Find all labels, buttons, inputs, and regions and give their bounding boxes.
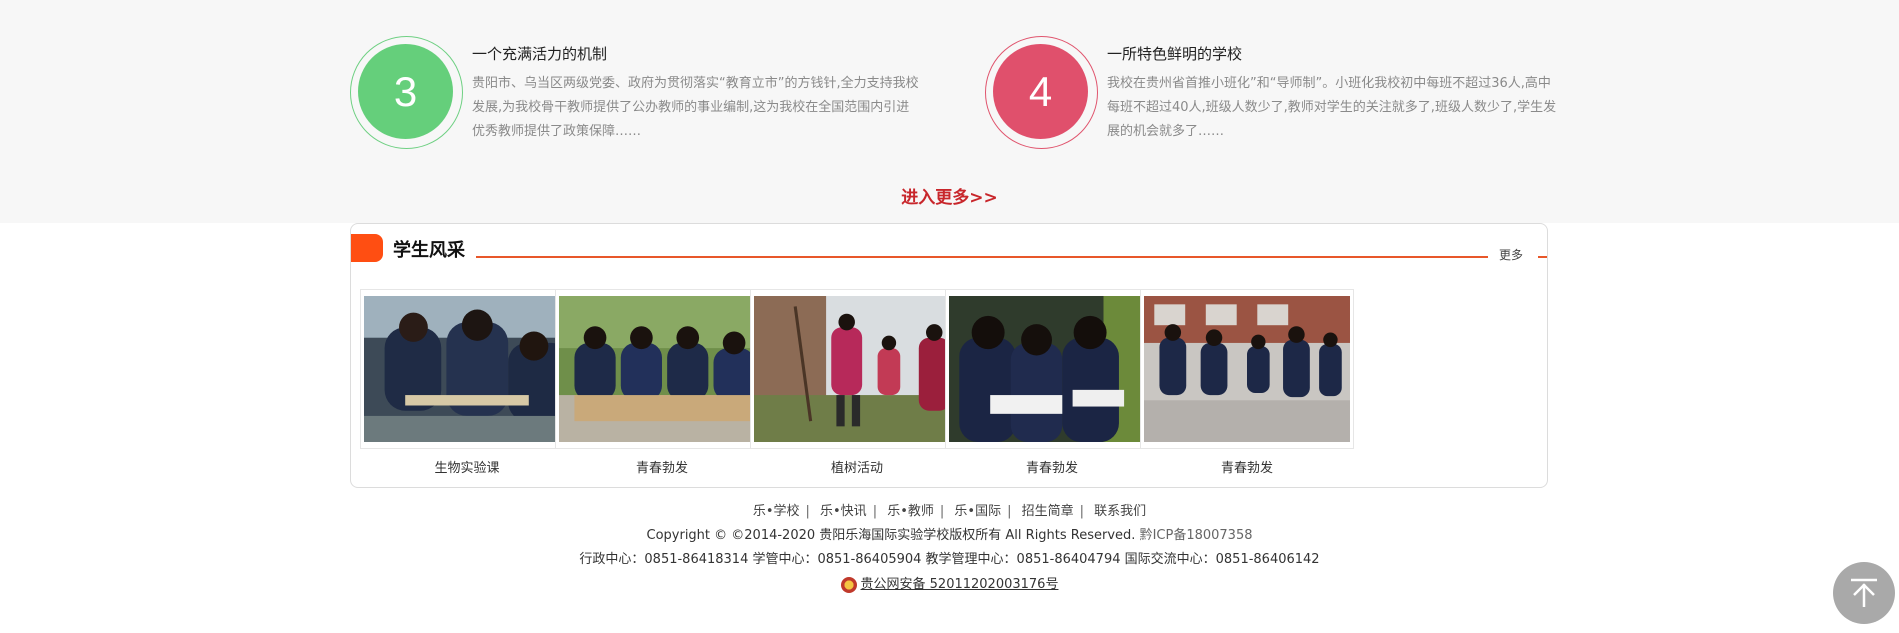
contact-phones: 行政中心：0851-86418314 学管中心：0851-86405904 教学… xyxy=(579,552,1320,567)
footer-link-admissions[interactable]: 招生简章 xyxy=(1022,504,1074,519)
number-badge: 4 xyxy=(993,44,1088,139)
footer-link-international[interactable]: 乐•国际 xyxy=(954,504,1001,519)
gallery-item[interactable]: 植树活动 xyxy=(750,289,964,476)
photo-girls-reading[interactable] xyxy=(945,289,1159,449)
gallery-item[interactable]: 青春勃发 xyxy=(945,289,1159,476)
feature-text: 贵阳市、乌当区两级党委、政府为贯彻落实“教育立市”的方钱针,全力支持我校发展,为… xyxy=(472,76,919,139)
section-divider-end xyxy=(1538,256,1547,258)
copyright-line: Copyright © ©2014-2020 贵阳乐海国际实验学校版权所有 Al… xyxy=(0,524,1899,548)
photo-caption: 植树活动 xyxy=(830,461,883,476)
intro-section: 3 一个充满活力的机制 贵阳市、乌当区两级党委、政府为贯彻落实“教育立市”的方钱… xyxy=(0,0,1899,223)
back-to-top-button[interactable] xyxy=(1833,562,1895,624)
police-record-link[interactable]: 贵公网安备 52011202003176号 xyxy=(861,572,1059,598)
section-title: 学生风采 xyxy=(393,240,465,261)
footer-link-news[interactable]: 乐•快讯 xyxy=(820,504,867,519)
arrow-up-icon xyxy=(1851,578,1877,607)
enter-more-link[interactable]: 进入更多>> xyxy=(0,183,1899,208)
feature-distinctive: 4 一所特色鲜明的学校 我校在贵州省首推小班化”和“导师制”。小班化我校初中每班… xyxy=(985,36,1585,156)
feature-text: 我校在贵州省首推小班化”和“导师制”。小班化我校初中每班不超过36人,高中每班不… xyxy=(1107,76,1557,139)
feature-title: 一个充满活力的机制 xyxy=(472,45,608,63)
gallery-item[interactable]: 生物实验课 xyxy=(360,289,574,476)
gallery-item[interactable]: 青春勃发 xyxy=(555,289,769,476)
number-badge: 3 xyxy=(358,44,453,139)
footer-link-teachers[interactable]: 乐•教师 xyxy=(887,504,934,519)
police-record: 贵公网安备 52011202003176号 xyxy=(840,572,1059,598)
feature-title: 一所特色鲜明的学校 xyxy=(1107,45,1243,63)
section-marker xyxy=(351,234,383,262)
photo-students-walking[interactable] xyxy=(1140,289,1354,449)
footer-link-contact[interactable]: 联系我们 xyxy=(1094,504,1146,519)
gallery-item[interactable]: 青春勃发 xyxy=(1140,289,1354,476)
photo-tree-planting[interactable] xyxy=(750,289,964,449)
more-link[interactable]: 更多 xyxy=(1499,246,1523,263)
photo-caption: 青春勃发 xyxy=(635,461,688,476)
footer-link-school[interactable]: 乐•学校 xyxy=(753,504,800,519)
photo-caption: 生物实验课 xyxy=(434,461,500,476)
photo-caption: 青春勃发 xyxy=(1025,461,1078,476)
footer-nav: 乐•学校 | 乐•快讯 | 乐•教师 | 乐•国际 | 招生简章 | 联系我们 xyxy=(752,504,1147,519)
photo-caption: 青春勃发 xyxy=(1220,461,1273,476)
panel-header: 学生风采 更多 xyxy=(351,232,1547,263)
photo-students-lab[interactable] xyxy=(360,289,574,449)
photo-students-reading[interactable] xyxy=(555,289,769,449)
icp-record[interactable]: 黔ICP备18007358 xyxy=(1140,528,1253,543)
police-badge-icon xyxy=(840,577,857,593)
student-showcase-panel: 学生风采 更多 生物实验课 青春勃发 植树活动 青春勃发 青春勃发 xyxy=(350,223,1548,488)
copyright-text: Copyright © ©2014-2020 贵阳乐海国际实验学校版权所有 Al… xyxy=(646,528,1136,543)
section-divider xyxy=(476,256,1488,258)
feature-vitality: 3 一个充满活力的机制 贵阳市、乌当区两级党委、政府为贯彻落实“教育立市”的方钱… xyxy=(350,36,950,156)
site-footer: 乐•学校 | 乐•快讯 | 乐•教师 | 乐•国际 | 招生简章 | 联系我们 Copyr… xyxy=(0,500,1899,598)
